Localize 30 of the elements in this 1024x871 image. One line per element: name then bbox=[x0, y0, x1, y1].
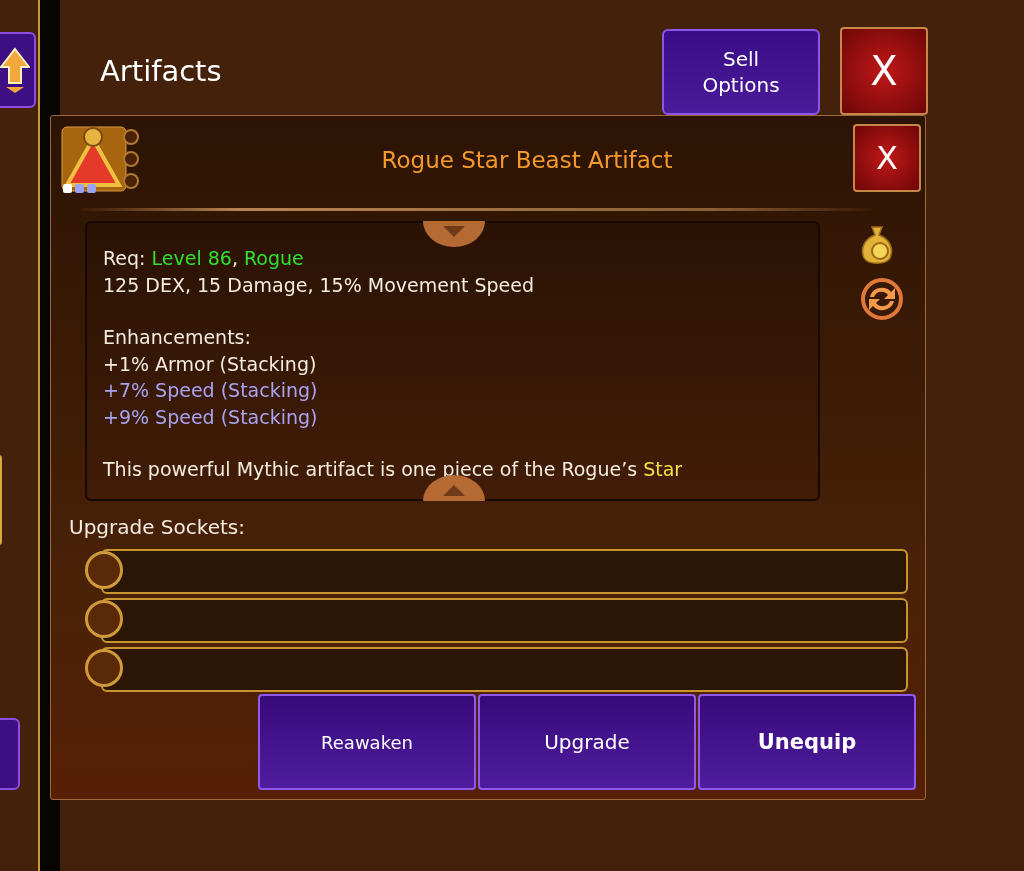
close-button[interactable]: X bbox=[840, 26, 928, 115]
description-line: This powerful Mythic artifact is one piece of the Rogue’s Star bbox=[103, 457, 684, 482]
coin-bag-icon[interactable] bbox=[860, 225, 894, 265]
scroll-up-icon[interactable] bbox=[423, 475, 485, 501]
action-button[interactable]: Upgrade bbox=[478, 694, 696, 790]
action-button[interactable]: Reawaken bbox=[258, 694, 476, 790]
socket-hole bbox=[85, 599, 123, 638]
side-button[interactable] bbox=[0, 718, 20, 790]
description-line: +9% Speed (Stacking) bbox=[103, 404, 319, 430]
description-line: Req: Level 86, Rogue bbox=[103, 246, 305, 271]
up-arrow-icon bbox=[0, 47, 30, 93]
swap-icon[interactable] bbox=[860, 277, 904, 321]
artifact-icon bbox=[61, 125, 141, 195]
description-line: 125 DEX, 15 Damage, 15% Movement Speed bbox=[103, 272, 536, 298]
page-title: Artifacts bbox=[100, 52, 223, 88]
socket-slot[interactable] bbox=[101, 598, 908, 643]
socket-slot[interactable] bbox=[101, 647, 908, 692]
action-button[interactable]: Unequip bbox=[698, 694, 916, 790]
scroll-down-icon[interactable] bbox=[423, 221, 485, 247]
sockets-label: Upgrade Sockets: bbox=[69, 515, 246, 539]
item-title: Rogue Star Beast Artifact bbox=[380, 147, 674, 173]
close-button[interactable]: X bbox=[853, 124, 921, 192]
socket-slot[interactable] bbox=[101, 549, 908, 594]
description-line: +7% Speed (Stacking) bbox=[103, 378, 319, 403]
sell-options-button[interactable]: Sell Options bbox=[662, 28, 820, 115]
upload-button[interactable] bbox=[0, 32, 36, 108]
socket-hole bbox=[85, 550, 123, 589]
description-line: Enhancements: bbox=[103, 325, 252, 350]
description-line: +1% Armor (Stacking) bbox=[103, 351, 318, 377]
socket-hole bbox=[85, 648, 123, 687]
